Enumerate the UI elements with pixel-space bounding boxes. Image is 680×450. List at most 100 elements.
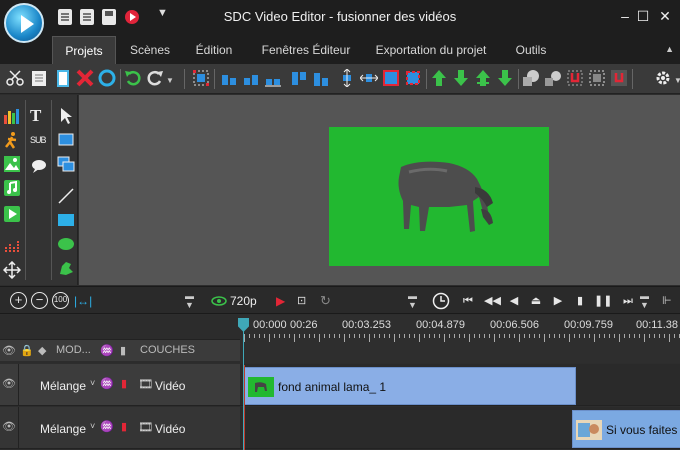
ellipse-tool-icon[interactable] [57, 235, 75, 253]
blend-mode-select[interactable]: Mélange [40, 422, 86, 436]
playhead[interactable] [243, 318, 244, 450]
undo-icon[interactable] [124, 69, 142, 87]
zoom-100-icon[interactable]: 100 [52, 292, 69, 309]
copy-icon[interactable] [30, 69, 48, 87]
blend-mode-select[interactable]: Mélange [40, 379, 86, 393]
move-backward-icon[interactable] [496, 69, 514, 87]
redo-icon[interactable] [146, 69, 164, 87]
lock-object-icon[interactable] [566, 69, 584, 87]
settings-gear-icon[interactable] [654, 69, 672, 87]
ruler-tick [389, 334, 390, 338]
settings-dropdown-icon[interactable]: ▼ [674, 76, 680, 85]
ribbon-collapse-icon[interactable]: ▲ [665, 44, 674, 54]
preview-area[interactable] [79, 95, 680, 285]
zoom-out-icon[interactable]: − [31, 292, 48, 309]
app-logo-icon[interactable] [4, 3, 44, 43]
llama-image[interactable] [329, 127, 549, 266]
stretch-icon[interactable] [404, 69, 422, 87]
step-back-icon[interactable]: ◀ [506, 292, 522, 310]
tab-exportation[interactable]: Exportation du projet [372, 36, 490, 64]
transport-menu-icon[interactable]: ▬ ▼ [640, 292, 649, 310]
fit-size-icon[interactable] [382, 69, 400, 87]
rectangle-tool-icon[interactable] [57, 211, 75, 229]
clock-icon[interactable] [432, 292, 450, 310]
freeform-tool-icon[interactable] [57, 259, 75, 277]
select-object-icon[interactable] [192, 69, 210, 87]
layers-icon[interactable] [57, 155, 75, 173]
paste-icon[interactable] [54, 69, 72, 87]
play-preview-icon[interactable]: ▶ [276, 292, 285, 310]
scene-canvas[interactable] [329, 127, 549, 266]
subtitles-tool-icon[interactable]: SUB [30, 135, 46, 145]
unlock-object-icon[interactable] [588, 69, 606, 87]
go-to-start-icon[interactable]: ⏮ [460, 292, 476, 310]
close-icon[interactable]: ✕ [656, 8, 674, 25]
tab-fenetres-editeur[interactable]: Fenêtres Éditeur [253, 36, 359, 64]
align-center-icon[interactable] [242, 69, 260, 87]
audio-object-icon[interactable] [3, 179, 21, 197]
line-tool-icon[interactable] [57, 187, 75, 205]
send-to-back-icon[interactable] [452, 69, 470, 87]
ruler-tick [259, 334, 260, 338]
ungroup-icon[interactable] [544, 69, 562, 87]
track-audio-icon[interactable]: ♒ [100, 420, 114, 433]
blend-dropdown-icon[interactable]: ˅ [90, 378, 95, 388]
move-icon[interactable] [3, 261, 21, 279]
zoom-menu-icon[interactable]: ▬ ▼ [185, 292, 194, 310]
group-icon[interactable] [522, 69, 540, 87]
timeline-clip[interactable]: fond animal lama_ 1 [244, 367, 576, 405]
rectangle-frame-icon[interactable] [57, 131, 75, 149]
go-to-end-icon[interactable]: ⏭ [620, 292, 636, 310]
track-visibility-icon[interactable]: 👁 [2, 377, 16, 390]
redo-dropdown-icon[interactable]: ▼ [166, 76, 174, 85]
resolution-select[interactable]: 720p [230, 292, 257, 310]
track-lane[interactable]: Si vous faites c [240, 407, 680, 449]
align-left-icon[interactable] [220, 69, 238, 87]
tab-scenes[interactable]: Scènes [122, 36, 178, 64]
track-visibility-icon[interactable]: 👁 [2, 420, 16, 433]
video-object-icon[interactable] [3, 205, 21, 223]
rewind-icon[interactable]: ◀◀ [484, 292, 501, 310]
maximize-icon[interactable]: ☐ [634, 8, 652, 25]
distribute-horizontal-icon[interactable] [360, 69, 378, 87]
stop-icon[interactable]: ⏏ [528, 292, 544, 310]
bring-to-front-icon[interactable] [430, 69, 448, 87]
equalizer-icon[interactable] [3, 237, 21, 255]
chart-object-icon[interactable] [3, 107, 21, 125]
blend-dropdown-icon[interactable]: ˅ [90, 421, 95, 431]
time-ruler[interactable]: 00:000 00:26 00:03.253 00:04.879 00:06.5… [240, 315, 680, 363]
tab-projets[interactable]: Projets [52, 36, 116, 64]
align-top-icon[interactable] [290, 69, 308, 87]
animation-figure-icon[interactable] [3, 131, 21, 149]
track-lane[interactable]: fond animal lama_ 1 [240, 364, 680, 406]
timeline-clip[interactable]: Si vous faites c [572, 410, 680, 448]
select-all-icon[interactable] [98, 69, 116, 87]
refresh-preview-icon[interactable]: ↻ [320, 292, 331, 310]
preview-eye-icon[interactable] [211, 292, 227, 310]
track-audio-icon[interactable]: ♒ [100, 377, 114, 390]
image-object-icon[interactable] [3, 155, 21, 173]
next-frame-icon[interactable]: ▮ [572, 292, 588, 310]
zoom-in-icon[interactable]: + [10, 292, 27, 309]
fit-timeline-icon[interactable]: |↔| [74, 292, 92, 310]
scissors-icon[interactable] [6, 69, 24, 87]
minimize-icon[interactable]: – [616, 8, 634, 24]
tab-outils[interactable]: Outils [504, 36, 558, 64]
preview-menu-icon[interactable]: ▬ ▼ [408, 292, 417, 310]
speech-bubble-icon[interactable] [30, 157, 48, 175]
align-right-icon[interactable] [264, 69, 282, 87]
align-bottom-icon[interactable] [312, 69, 330, 87]
hide-object-icon[interactable] [610, 69, 628, 87]
pointer-icon[interactable] [57, 107, 75, 125]
loop-segment-icon[interactable]: ⊡ [297, 292, 306, 310]
distribute-vertical-icon[interactable] [338, 69, 356, 87]
play-icon[interactable]: ▶ [550, 292, 566, 310]
pause-icon[interactable]: ❚❚ [594, 292, 612, 310]
move-forward-icon[interactable] [474, 69, 492, 87]
text-tool-icon[interactable]: T [30, 106, 41, 126]
track-marker-icon[interactable]: ▮ [121, 377, 127, 390]
delete-icon[interactable] [76, 69, 94, 87]
tab-edition[interactable]: Édition [186, 36, 242, 64]
track-marker-icon[interactable]: ▮ [121, 420, 127, 433]
more-icon[interactable]: ⊩ [662, 292, 672, 310]
